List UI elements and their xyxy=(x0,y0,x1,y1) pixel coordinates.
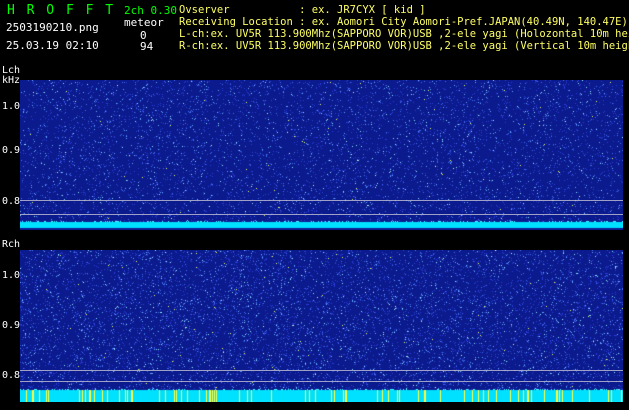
rch-ytick-3: 0.8 xyxy=(2,370,21,381)
lch-unit-label: kHz xyxy=(2,75,21,86)
rch-spectrogram xyxy=(20,250,623,402)
rch-label: Rch xyxy=(2,239,21,250)
rch-ytick-2: 0.9 xyxy=(2,320,21,331)
rch-marker-line-upper xyxy=(20,370,623,371)
rch-meteor-count: 94 xyxy=(140,40,154,53)
lch-ytick-1: 1.0 xyxy=(2,101,21,112)
rch-marker-line-lower xyxy=(20,381,623,382)
lch-ytick-2: 0.9 xyxy=(2,145,21,156)
version-label: 2ch 0.30 xyxy=(124,4,177,17)
lch-config-line: L-ch:ex. UV5R 113.900Mhz(SAPPORO VOR)USB… xyxy=(179,28,629,40)
lch-spectrogram xyxy=(20,80,623,230)
lch-spectrogram-canvas xyxy=(20,80,623,230)
lch-ytick-3: 0.8 xyxy=(2,196,21,207)
location-line: Receiving Location : ex. Aomori City Aom… xyxy=(179,16,628,28)
rch-config-line: R-ch:ex. UV5R 113.900Mhz(SAPPORO VOR)USB… xyxy=(179,40,629,52)
rch-spectrogram-canvas xyxy=(20,250,623,402)
meteor-label: meteor xyxy=(124,16,164,29)
rch-ytick-1: 1.0 xyxy=(2,270,21,281)
lch-marker-line-upper xyxy=(20,200,623,201)
observer-line: Ovserver : ex. JR7CYX [ kid ] xyxy=(179,4,426,16)
filename-label: 2503190210.png xyxy=(6,21,99,34)
datetime-label: 25.03.19 02:10 xyxy=(6,39,99,52)
lch-marker-line-lower xyxy=(20,214,623,215)
app-name: H R O F F T xyxy=(7,3,116,18)
